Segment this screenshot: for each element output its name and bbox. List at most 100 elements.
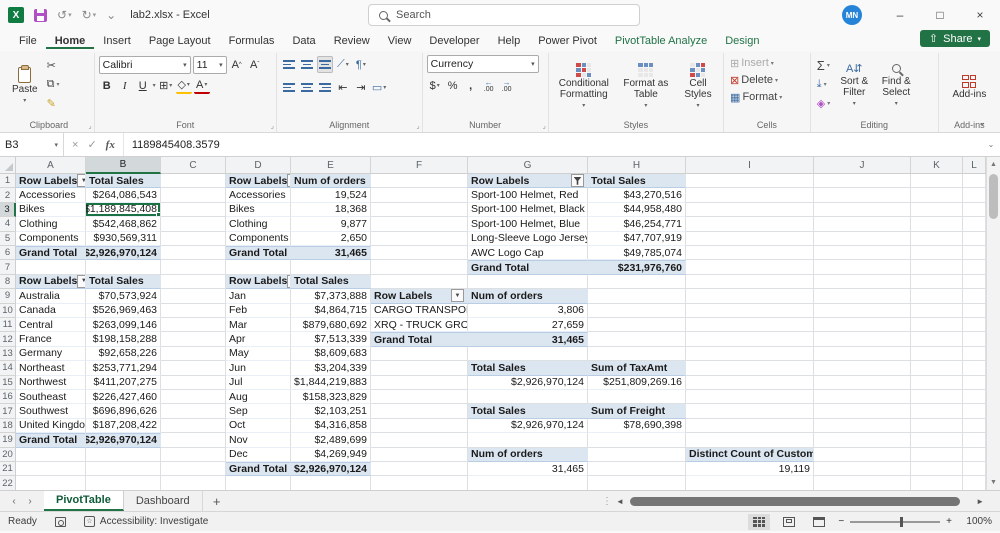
cell-K3[interactable]	[911, 203, 963, 217]
cell-J22[interactable]	[814, 476, 911, 490]
cell-D6[interactable]: Grand Total	[226, 246, 291, 260]
wrap-text-button[interactable]: ¶▾	[353, 56, 369, 73]
cell-K6[interactable]	[911, 246, 963, 260]
cell-E22[interactable]	[291, 476, 371, 490]
cell-E12[interactable]: $7,513,339	[291, 332, 371, 346]
page-layout-view-button[interactable]	[778, 514, 800, 530]
cell-I15[interactable]	[686, 376, 814, 390]
find-select-button[interactable]: Find & Select▾	[876, 55, 916, 119]
cell-G18[interactable]: $2,926,970,124	[468, 419, 588, 433]
cell-A10[interactable]: Canada	[16, 304, 86, 318]
menu-tab-pivottable-analyze[interactable]: PivotTable Analyze	[606, 33, 716, 49]
cell-B15[interactable]: $411,207,275	[86, 376, 161, 390]
merge-center-button[interactable]: ▭▾	[371, 79, 387, 96]
cell-D12[interactable]: Apr	[226, 332, 291, 346]
cell-B16[interactable]: $226,427,460	[86, 390, 161, 404]
cell-J16[interactable]	[814, 390, 911, 404]
cell-I8[interactable]	[686, 275, 814, 289]
conditional-formatting-button[interactable]: Conditional Formatting▾	[553, 55, 615, 119]
cell-H6[interactable]: $49,785,074	[588, 246, 686, 260]
row-header-10[interactable]: 10	[0, 304, 16, 318]
zoom-level[interactable]: 100%	[960, 516, 992, 527]
cell-A21[interactable]	[16, 462, 86, 476]
cell-J1[interactable]	[814, 174, 911, 188]
scroll-up-icon[interactable]: ▲	[987, 157, 1000, 172]
cell-C20[interactable]	[161, 448, 226, 462]
cell-G4[interactable]: Sport-100 Helmet, Blue	[468, 217, 588, 231]
next-sheet-icon[interactable]: ›	[28, 496, 31, 507]
cell-E4[interactable]: 9,877	[291, 217, 371, 231]
cell-A1[interactable]: Row Labels▼	[16, 174, 86, 188]
row-header-4[interactable]: 4	[0, 217, 16, 231]
cell-E10[interactable]: $4,864,715	[291, 304, 371, 318]
cell-K9[interactable]	[911, 289, 963, 303]
cell-B10[interactable]: $526,969,463	[86, 304, 161, 318]
cell-B4[interactable]: $542,468,862	[86, 217, 161, 231]
row-header-15[interactable]: 15	[0, 376, 16, 390]
increase-decimal-button[interactable]: ←.00	[481, 77, 497, 94]
menu-tab-home[interactable]: Home	[46, 33, 95, 49]
vertical-scrollbar[interactable]: ▲ ▼	[986, 157, 1000, 490]
cell-D1[interactable]: Row Labels▼	[226, 174, 291, 188]
cell-I21[interactable]: 19,119	[686, 462, 814, 476]
align-top-button[interactable]	[281, 56, 297, 73]
cell-I22[interactable]	[686, 476, 814, 490]
cell-J11[interactable]	[814, 318, 911, 332]
cell-G9[interactable]: Num of orders	[468, 289, 588, 303]
font-name-select[interactable]: Calibri▾	[99, 56, 191, 74]
cell-L21[interactable]	[963, 462, 986, 476]
formula-input[interactable]: 1189845408.3579	[124, 133, 982, 156]
collapse-ribbon-icon[interactable]: ⌄	[978, 117, 986, 128]
menu-tab-file[interactable]: File	[10, 33, 46, 49]
cell-L10[interactable]	[963, 304, 986, 318]
cut-button[interactable]: ✂	[45, 57, 62, 73]
paste-button[interactable]: Paste▾	[8, 55, 42, 119]
excel-logo-icon[interactable]: X	[8, 7, 24, 23]
cell-K1[interactable]	[911, 174, 963, 188]
cell-J15[interactable]	[814, 376, 911, 390]
cell-H11[interactable]	[588, 318, 686, 332]
cell-I10[interactable]	[686, 304, 814, 318]
cell-D13[interactable]: May	[226, 347, 291, 361]
filter-active-icon[interactable]	[571, 174, 584, 187]
search-input[interactable]: Search	[368, 4, 640, 26]
cell-G10[interactable]: 3,806	[468, 304, 588, 318]
column-header-G[interactable]: G	[468, 157, 588, 174]
cell-F14[interactable]	[371, 361, 468, 375]
cell-L17[interactable]	[963, 404, 986, 418]
row-header-11[interactable]: 11	[0, 318, 16, 332]
cell-H3[interactable]: $44,958,480	[588, 203, 686, 217]
cell-B9[interactable]: $70,573,924	[86, 289, 161, 303]
clear-button[interactable]: ◈▾	[815, 95, 832, 111]
cell-K13[interactable]	[911, 347, 963, 361]
cell-L4[interactable]	[963, 217, 986, 231]
cell-J13[interactable]	[814, 347, 911, 361]
cell-I5[interactable]	[686, 232, 814, 246]
menu-tab-developer[interactable]: Developer	[420, 33, 488, 49]
cell-K22[interactable]	[911, 476, 963, 490]
cell-A5[interactable]: Components	[16, 232, 86, 246]
cell-A13[interactable]: Germany	[16, 347, 86, 361]
cell-L3[interactable]	[963, 203, 986, 217]
cell-D9[interactable]: Jan	[226, 289, 291, 303]
cell-G11[interactable]: 27,659	[468, 318, 588, 332]
cell-I11[interactable]	[686, 318, 814, 332]
cell-A14[interactable]: Northeast	[16, 361, 86, 375]
align-center-button[interactable]	[299, 79, 315, 96]
cell-B8[interactable]: Total Sales	[86, 275, 161, 289]
cell-F9[interactable]: Row Labels▼	[371, 289, 468, 303]
prev-sheet-icon[interactable]: ‹	[12, 496, 15, 507]
cell-F3[interactable]	[371, 203, 468, 217]
cell-H2[interactable]: $43,270,516	[588, 188, 686, 202]
menu-tab-formulas[interactable]: Formulas	[220, 33, 284, 49]
cell-H18[interactable]: $78,690,398	[588, 419, 686, 433]
zoom-in-icon[interactable]: +	[946, 516, 952, 527]
decrease-indent-button[interactable]: ⇤	[335, 79, 351, 96]
shrink-font-button[interactable]: Aˇ	[247, 56, 263, 73]
cell-G3[interactable]: Sport-100 Helmet, Black	[468, 203, 588, 217]
redo-button[interactable]: ↻▾	[82, 8, 97, 22]
delete-cells-button[interactable]: ⊠ Delete▾	[728, 72, 806, 88]
sheet-tab-pivottable[interactable]: PivotTable	[44, 491, 124, 511]
fill-color-button[interactable]: ◇▾	[176, 77, 192, 94]
cell-C9[interactable]	[161, 289, 226, 303]
